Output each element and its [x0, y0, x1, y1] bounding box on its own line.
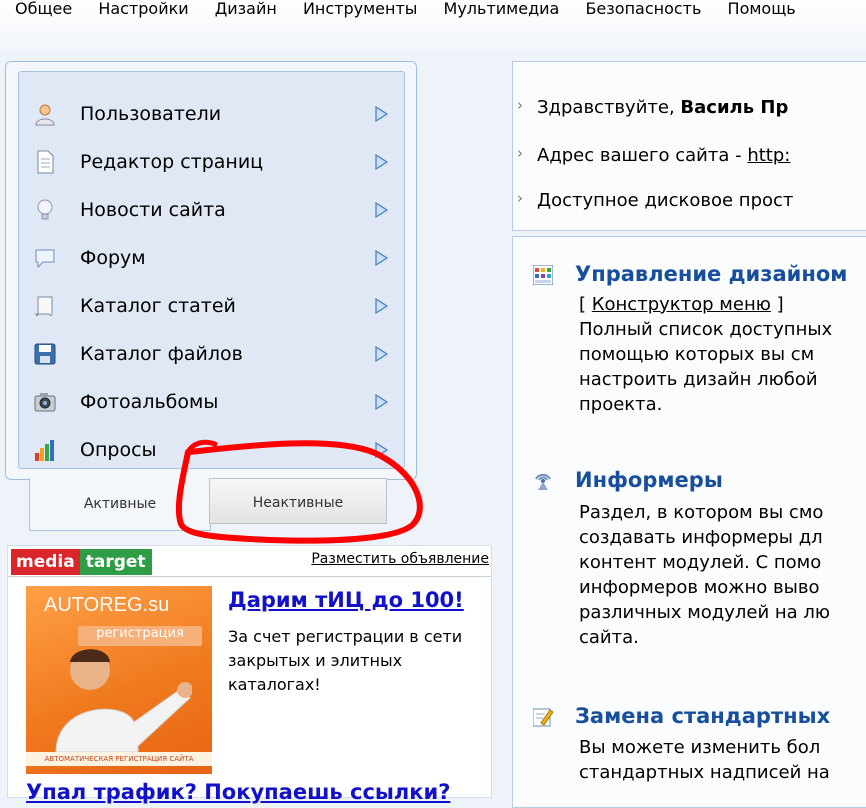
tab-inactive[interactable]: Неактивные [209, 478, 387, 524]
palette-grid-icon [533, 265, 553, 285]
module-label: Каталог файлов [80, 343, 243, 365]
module-item-articles[interactable]: Каталог статей [19, 281, 404, 329]
disk-space-line: › Доступное дисковое прост [517, 189, 794, 211]
design-link-line: [ Конструктор меню ] [579, 294, 784, 315]
module-label: Пользователи [80, 103, 222, 125]
section-replace-body: Вы можете изменить бол стандартных надпи… [579, 737, 830, 783]
ad-image-strip: АВТОМАТИЧЕСКАЯ РЕГИСТРАЦИЯ САЙТА [26, 752, 212, 766]
module-item-photos[interactable]: Фотоальбомы [19, 377, 404, 425]
site-address-link[interactable]: http: [747, 145, 790, 166]
user-name: Василь Пр [680, 97, 789, 118]
menu-constructor-link[interactable]: Конструктор меню [592, 294, 771, 315]
bar-chart-icon [35, 440, 54, 461]
ad-divider [8, 576, 491, 577]
ad-image[interactable]: AUTOREG.su регистрация АВТОМАТИЧЕСКАЯ РЕ… [26, 586, 212, 774]
lightbulb-icon [37, 199, 53, 220]
ad-title-link[interactable]: Дарим тИЦ до 100! [228, 588, 464, 612]
menu-design[interactable]: Дизайн [215, 0, 277, 18]
chevron-right-icon: › [517, 96, 523, 114]
play-arrow-icon[interactable] [374, 346, 388, 362]
top-menu-bar: Общее Настройки Дизайн Инструменты Мульт… [0, 0, 866, 50]
person-illustration [55, 649, 192, 752]
modules-list: Пользователи Редактор страниц Новости са… [18, 71, 405, 469]
module-label: Фотоальбомы [80, 391, 219, 413]
chevron-right-icon: › [517, 144, 523, 162]
page-icon [37, 150, 54, 174]
play-arrow-icon[interactable] [374, 106, 388, 122]
section-informers-body: Раздел, в котором вы смо создавать инфор… [579, 502, 831, 648]
top-menu: Общее Настройки Дизайн Инструменты Мульт… [15, 0, 817, 18]
menu-tools[interactable]: Инструменты [303, 0, 418, 18]
site-info-box: › Здравствуйте, Василь Пр › Адрес вашего… [512, 61, 866, 231]
play-arrow-icon[interactable] [374, 394, 388, 410]
module-label: Редактор страниц [80, 151, 264, 173]
menu-security[interactable]: Безопасность [585, 0, 701, 18]
ad-text: За счет регистрации в сети закрытых и эл… [228, 627, 463, 694]
scroll-icon [35, 296, 53, 316]
module-label: Новости сайта [80, 199, 226, 221]
module-item-files[interactable]: Каталог файлов [19, 329, 404, 377]
camera-icon [34, 393, 56, 412]
play-arrow-icon[interactable] [374, 202, 388, 218]
broadcast-icon [535, 473, 551, 490]
speech-bubble-icon [35, 249, 55, 269]
chevron-right-icon: › [517, 189, 523, 207]
module-item-forum[interactable]: Форум [19, 233, 404, 281]
modules-panel: Пользователи Редактор страниц Новости са… [5, 61, 417, 480]
sections-box: Управление дизайном [ Конструктор меню ]… [512, 236, 866, 808]
module-item-news[interactable]: Новости сайта [19, 185, 404, 233]
module-label: Опросы [80, 439, 157, 461]
place-ad-link[interactable]: Разместить объявление [311, 551, 489, 567]
edit-text-icon [533, 708, 553, 727]
section-design-body: [ Конструктор меню ] Полный список досту… [579, 294, 833, 415]
menu-settings[interactable]: Настройки [98, 0, 188, 18]
menu-multimedia[interactable]: Мультимедиа [444, 0, 560, 18]
play-arrow-icon[interactable] [374, 298, 388, 314]
module-item-users[interactable]: Пользователи [19, 89, 404, 137]
module-item-page-editor[interactable]: Редактор страниц [19, 137, 404, 185]
floppy-disk-icon [34, 343, 56, 365]
site-address-line: › Адрес вашего сайта - http: [517, 144, 791, 166]
module-label: Каталог статей [80, 295, 236, 317]
play-arrow-icon[interactable] [374, 442, 388, 458]
user-icon [35, 104, 55, 126]
ad-banner: media target Разместить объявление AUTORE… [7, 545, 492, 804]
tab-active[interactable]: Активные [29, 478, 211, 531]
module-item-polls[interactable]: Опросы [19, 425, 404, 473]
play-arrow-icon[interactable] [374, 250, 388, 266]
mediatarget-logo[interactable]: media target [11, 549, 152, 575]
greeting-line: › Здравствуйте, Василь Пр [517, 96, 789, 118]
module-label: Форум [80, 247, 146, 269]
menu-help[interactable]: Помощь [728, 0, 796, 18]
play-arrow-icon[interactable] [374, 154, 388, 170]
module-tabs: Активные Неактивные [29, 478, 413, 531]
ad-bottom-link[interactable]: Упал трафик? Покупаешь ссылки? [26, 780, 450, 804]
menu-general[interactable]: Общее [15, 0, 72, 18]
ad-image-brand: AUTOREG.su [44, 594, 170, 616]
